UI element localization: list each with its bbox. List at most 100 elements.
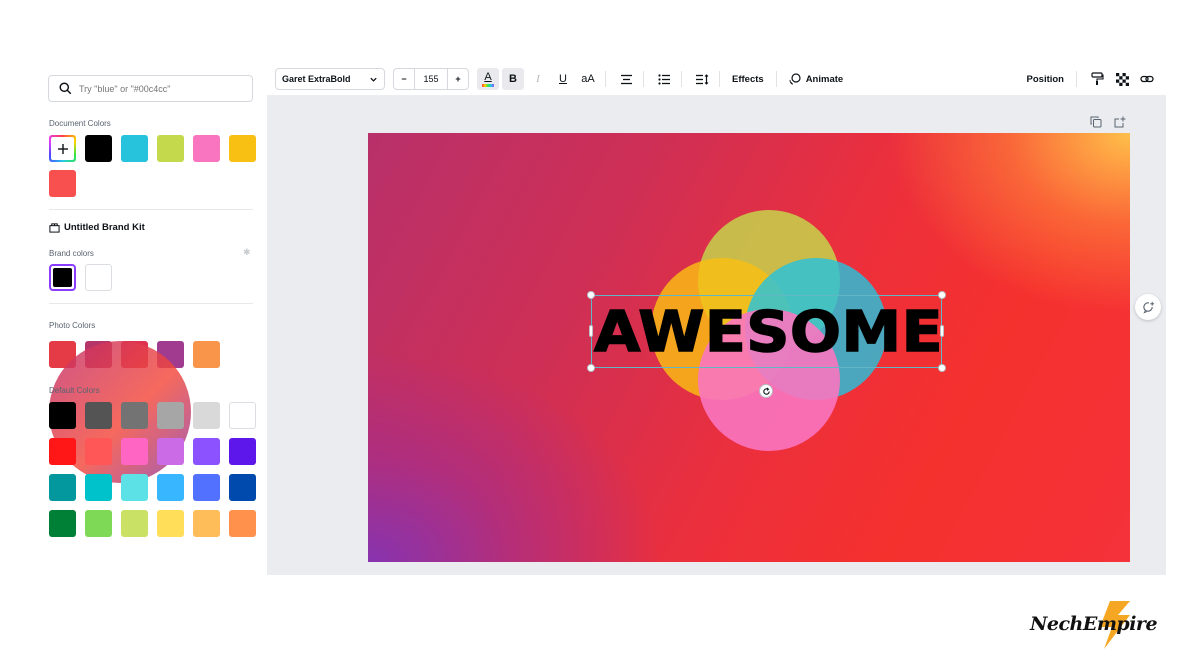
page-tools	[1090, 115, 1128, 129]
design-canvas[interactable]: AWESOME	[368, 133, 1130, 562]
default-color-swatch[interactable]	[157, 510, 184, 537]
default-color-swatch[interactable]	[157, 402, 184, 429]
default-color-swatch[interactable]	[121, 402, 148, 429]
spacing-icon[interactable]	[691, 68, 713, 90]
brand-colors-label: Brand colors	[49, 249, 94, 258]
toolbar-separator	[775, 71, 777, 87]
chevron-down-icon	[370, 77, 377, 82]
position-button[interactable]: Position	[1021, 68, 1070, 90]
default-color-swatch[interactable]	[193, 438, 220, 465]
document-color-swatch[interactable]	[121, 135, 148, 162]
brand-color-swatch-selected[interactable]	[49, 264, 76, 291]
resize-handle-right[interactable]	[940, 325, 944, 337]
brand-kit-icon	[49, 223, 60, 233]
default-color-swatch[interactable]	[121, 438, 148, 465]
star-icon[interactable]: ✱	[243, 247, 251, 258]
decrease-font-size-button[interactable]: −	[394, 74, 414, 84]
default-colors-label: Default Colors	[49, 386, 100, 395]
rotate-handle-icon[interactable]	[759, 384, 773, 398]
default-colors-row	[49, 438, 256, 465]
transparency-icon[interactable]	[1111, 68, 1133, 90]
toolbar-separator	[681, 71, 682, 87]
default-color-swatch[interactable]	[121, 510, 148, 537]
default-colors-row	[49, 510, 256, 537]
photo-color-swatch[interactable]	[193, 341, 220, 368]
animate-icon	[789, 73, 801, 85]
list-icon[interactable]	[653, 68, 675, 90]
default-colors-row	[49, 474, 256, 501]
default-color-swatch[interactable]	[49, 438, 76, 465]
resize-handle-bottom-left[interactable]	[587, 364, 595, 372]
default-color-swatch[interactable]	[85, 510, 112, 537]
letter-case-button[interactable]: aA	[577, 68, 599, 90]
font-size-stepper: − 155 +	[393, 68, 469, 90]
document-colors-row-1	[49, 135, 256, 162]
paint-format-icon[interactable]	[1086, 68, 1108, 90]
bold-button[interactable]: B	[502, 68, 524, 90]
text-toolbar: Garet ExtraBold − 155 + A B I U aA Effec…	[267, 63, 1166, 96]
toolbar-separator	[605, 71, 606, 87]
brand-kit-header[interactable]: Untitled Brand Kit	[49, 222, 145, 233]
default-color-swatch[interactable]	[193, 402, 220, 429]
default-color-swatch[interactable]	[193, 474, 220, 501]
document-color-swatch[interactable]	[229, 135, 256, 162]
divider	[49, 209, 253, 210]
document-colors-row-2	[49, 170, 76, 197]
search-icon	[59, 82, 72, 95]
brand-color-swatch[interactable]	[85, 264, 112, 291]
document-color-swatch[interactable]	[157, 135, 184, 162]
resize-handle-bottom-right[interactable]	[938, 364, 946, 372]
italic-button[interactable]: I	[527, 68, 549, 90]
photo-colors-label: Photo Colors	[49, 321, 96, 330]
default-color-swatch[interactable]	[157, 438, 184, 465]
watermark-text: NechEmpire	[1030, 613, 1158, 635]
link-icon[interactable]	[1136, 68, 1158, 90]
text-color-glyph: A	[484, 70, 492, 83]
photo-colors-row	[49, 341, 220, 483]
toolbar-separator	[719, 71, 720, 87]
toolbar-separator	[1076, 71, 1077, 87]
resize-handle-top-left[interactable]	[587, 291, 595, 299]
text-selection-box[interactable]	[587, 291, 946, 372]
add-page-icon[interactable]	[1114, 115, 1128, 129]
font-size-value[interactable]: 155	[414, 69, 448, 89]
document-color-swatch[interactable]	[193, 135, 220, 162]
default-color-swatch[interactable]	[85, 474, 112, 501]
default-color-swatch[interactable]	[121, 474, 148, 501]
underline-button[interactable]: U	[552, 68, 574, 90]
default-color-swatch[interactable]	[85, 402, 112, 429]
default-color-swatch[interactable]	[49, 402, 76, 429]
default-color-swatch[interactable]	[49, 474, 76, 501]
default-color-swatch[interactable]	[157, 474, 184, 501]
color-search-box[interactable]	[48, 75, 253, 102]
rainbow-bar	[482, 83, 494, 87]
color-search-input[interactable]	[79, 83, 239, 94]
increase-font-size-button[interactable]: +	[448, 74, 468, 84]
resize-handle-left[interactable]	[589, 325, 593, 337]
comment-add-icon	[1142, 301, 1154, 313]
document-color-swatch[interactable]	[85, 135, 112, 162]
text-color-button[interactable]: A	[477, 68, 499, 90]
animate-label: Animate	[805, 73, 844, 85]
effects-button[interactable]: Effects	[726, 68, 770, 90]
default-color-swatch[interactable]	[229, 438, 256, 465]
resize-handle-top-right[interactable]	[938, 291, 946, 299]
default-color-swatch[interactable]	[229, 510, 256, 537]
document-colors-label: Document Colors	[49, 119, 111, 128]
font-family-dropdown[interactable]: Garet ExtraBold	[275, 68, 385, 90]
plus-icon	[57, 143, 68, 154]
default-color-swatch[interactable]	[85, 438, 112, 465]
refresh-comment-button[interactable]	[1135, 294, 1161, 320]
duplicate-page-icon[interactable]	[1090, 115, 1104, 129]
default-color-swatch[interactable]	[193, 510, 220, 537]
default-color-swatch[interactable]	[229, 474, 256, 501]
document-color-swatch[interactable]	[49, 170, 76, 197]
animate-button[interactable]: Animate	[783, 68, 849, 90]
divider	[49, 303, 253, 304]
default-color-swatch[interactable]	[229, 402, 256, 429]
add-color-button[interactable]	[49, 135, 76, 162]
font-family-value: Garet ExtraBold	[282, 74, 351, 84]
default-color-swatch[interactable]	[49, 510, 76, 537]
align-center-icon[interactable]	[615, 68, 637, 90]
brand-kit-title: Untitled Brand Kit	[64, 222, 145, 233]
